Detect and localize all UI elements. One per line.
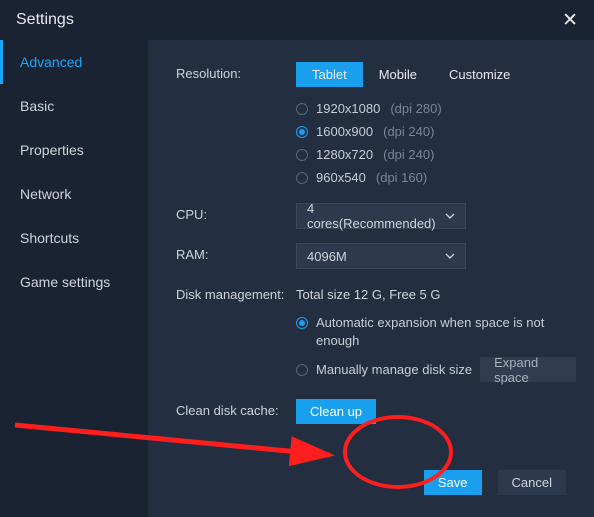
radio-icon — [296, 103, 308, 115]
cpu-select[interactable]: 4 cores(Recommended) — [296, 203, 466, 229]
resolution-value: 960x540 — [316, 170, 366, 185]
disk-manual-option[interactable]: Manually manage disk size — [296, 358, 472, 381]
radio-icon — [296, 317, 308, 329]
chevron-down-icon — [445, 209, 455, 224]
resolution-dpi: (dpi 240) — [383, 124, 434, 139]
disk-manual-label: Manually manage disk size — [316, 362, 472, 377]
resolution-option-1280[interactable]: 1280x720 (dpi 240) — [296, 143, 576, 166]
clean-up-button[interactable]: Clean up — [296, 399, 376, 424]
save-button[interactable]: Save — [424, 470, 482, 495]
resolution-value: 1920x1080 — [316, 101, 380, 116]
tab-mobile[interactable]: Mobile — [363, 62, 433, 87]
resolution-value: 1280x720 — [316, 147, 373, 162]
ram-select[interactable]: 4096M — [296, 243, 466, 269]
disk-auto-option[interactable]: Automatic expansion when space is not en… — [296, 310, 576, 354]
disk-summary: Total size 12 G, Free 5 G — [296, 283, 576, 302]
main-panel: Resolution: Tablet Mobile Customize 1920… — [148, 40, 594, 517]
radio-icon — [296, 149, 308, 161]
resolution-option-960[interactable]: 960x540 (dpi 160) — [296, 166, 576, 189]
tab-customize[interactable]: Customize — [433, 62, 526, 87]
ram-value: 4096M — [307, 249, 347, 264]
clean-label: Clean disk cache: — [176, 399, 296, 418]
sidebar-item-shortcuts[interactable]: Shortcuts — [0, 216, 148, 260]
resolution-dpi: (dpi 160) — [376, 170, 427, 185]
resolution-value: 1600x900 — [316, 124, 373, 139]
titlebar: Settings ✕ — [0, 0, 594, 40]
chevron-down-icon — [445, 249, 455, 264]
resolution-dpi: (dpi 240) — [383, 147, 434, 162]
sidebar-item-advanced[interactable]: Advanced — [0, 40, 148, 84]
resolution-dpi: (dpi 280) — [390, 101, 441, 116]
ram-label: RAM: — [176, 243, 296, 262]
disk-label: Disk management: — [176, 283, 296, 302]
settings-window: Settings ✕ Advanced Basic Properties Net… — [0, 0, 594, 517]
disk-auto-label: Automatic expansion when space is not en… — [316, 314, 556, 350]
window-title: Settings — [16, 11, 74, 29]
resolution-option-1600[interactable]: 1600x900 (dpi 240) — [296, 120, 576, 143]
close-icon[interactable]: ✕ — [562, 9, 578, 32]
cpu-label: CPU: — [176, 203, 296, 222]
sidebar-item-game-settings[interactable]: Game settings — [0, 260, 148, 304]
cpu-value: 4 cores(Recommended) — [307, 201, 445, 231]
tab-tablet[interactable]: Tablet — [296, 62, 363, 87]
radio-icon — [296, 364, 308, 376]
radio-icon — [296, 172, 308, 184]
resolution-option-1920[interactable]: 1920x1080 (dpi 280) — [296, 97, 576, 120]
radio-icon — [296, 126, 308, 138]
resolution-tabs: Tablet Mobile Customize — [296, 62, 576, 87]
sidebar-item-basic[interactable]: Basic — [0, 84, 148, 128]
expand-space-button[interactable]: Expand space — [480, 357, 576, 382]
sidebar-item-properties[interactable]: Properties — [0, 128, 148, 172]
cancel-button[interactable]: Cancel — [498, 470, 566, 495]
sidebar-item-network[interactable]: Network — [0, 172, 148, 216]
resolution-label: Resolution: — [176, 62, 296, 81]
sidebar: Advanced Basic Properties Network Shortc… — [0, 40, 148, 517]
